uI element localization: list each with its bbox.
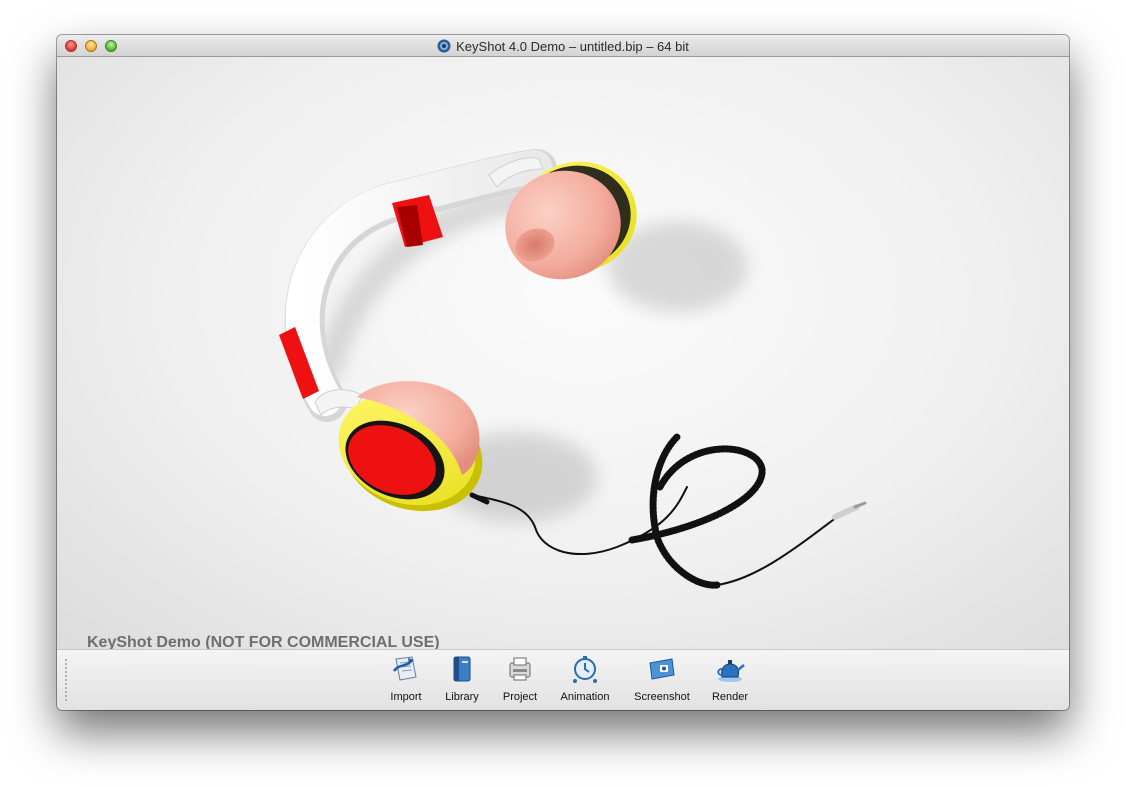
- window-title: KeyShot 4.0 Demo – untitled.bip – 64 bit: [456, 38, 689, 54]
- render-icon: [717, 660, 745, 682]
- import-button[interactable]: Import: [386, 650, 426, 710]
- title-bar[interactable]: KeyShot 4.0 Demo – untitled.bip – 64 bit: [57, 35, 1069, 57]
- library-icon: [453, 656, 471, 682]
- screenshot-button-label: Screenshot: [634, 691, 690, 703]
- render-button[interactable]: Render: [709, 650, 751, 710]
- animation-icon: [573, 656, 597, 683]
- bottom-toolbar: Import Library Project Animation Screens…: [57, 649, 1069, 710]
- project-button[interactable]: Project: [498, 650, 542, 710]
- project-icon: [509, 657, 531, 681]
- library-button[interactable]: Library: [442, 650, 482, 710]
- toolbar-grip-handle[interactable]: [64, 658, 68, 702]
- window-title-group: KeyShot 4.0 Demo – untitled.bip – 64 bit: [57, 35, 1069, 57]
- keyshot-app-icon: [437, 39, 451, 53]
- animation-button[interactable]: Animation: [556, 650, 614, 710]
- import-button-label: Import: [390, 691, 422, 703]
- render-button-label: Render: [711, 691, 749, 703]
- headphones-render: [279, 149, 867, 589]
- screenshot-button[interactable]: Screenshot: [630, 650, 694, 710]
- keyshot-window: KeyShot 4.0 Demo – untitled.bip – 64 bit: [57, 35, 1069, 710]
- import-icon: [393, 656, 417, 681]
- animation-button-label: Animation: [560, 691, 610, 703]
- screenshot-icon: [649, 658, 675, 680]
- render-viewport[interactable]: KeyShot Demo (NOT FOR COMMERCIAL USE): [57, 57, 1069, 651]
- library-button-label: Library: [445, 691, 479, 703]
- project-button-label: Project: [502, 691, 538, 703]
